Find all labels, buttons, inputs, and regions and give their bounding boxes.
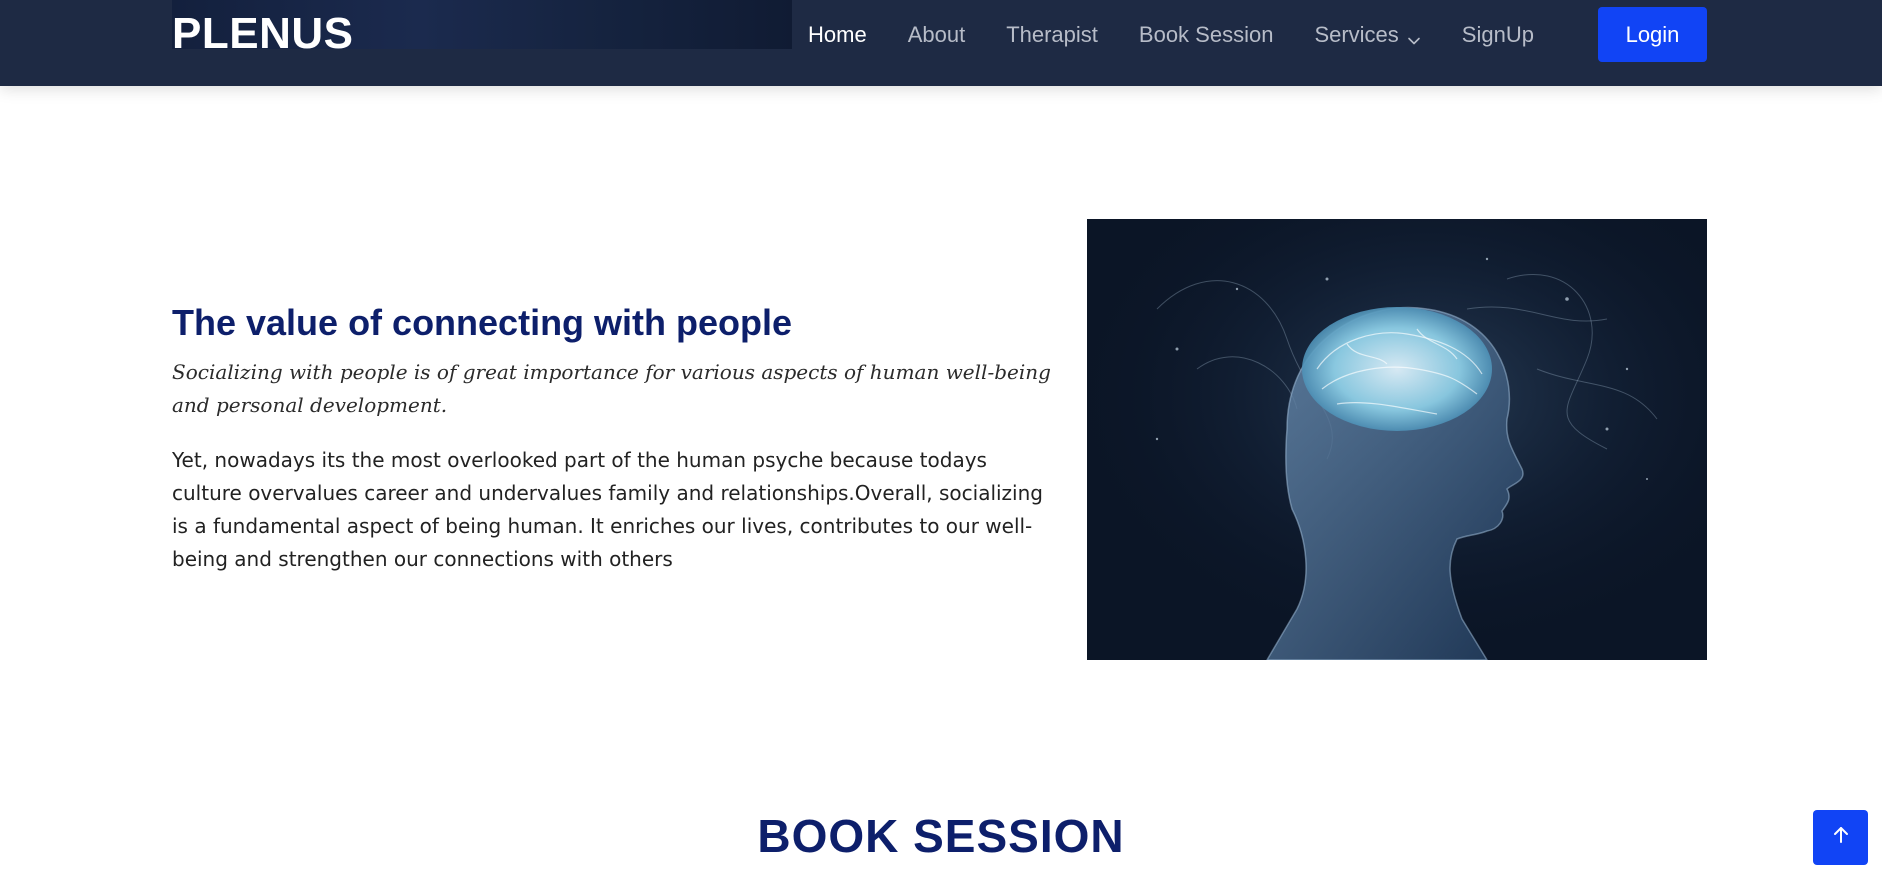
nav-about[interactable]: About bbox=[908, 22, 966, 48]
back-to-top-button[interactable] bbox=[1813, 810, 1868, 865]
nav-signup[interactable]: SignUp bbox=[1462, 22, 1534, 48]
section-heading: The value of connecting with people bbox=[172, 302, 793, 343]
login-button[interactable]: Login bbox=[1598, 7, 1707, 62]
nav-therapist[interactable]: Therapist bbox=[1006, 22, 1098, 48]
nav-book-session[interactable]: Book Session bbox=[1139, 22, 1274, 48]
nav-services-label: Services bbox=[1314, 22, 1399, 47]
brain-illustration bbox=[1087, 219, 1707, 660]
arrow-up-icon bbox=[1830, 824, 1852, 851]
navbar: PLENUS Home About Therapist Book Session… bbox=[0, 0, 1882, 86]
book-session-title: BOOK SESSION bbox=[757, 810, 1125, 862]
nav-services[interactable]: Services bbox=[1314, 22, 1420, 48]
about-section: The value of connecting with people Soci… bbox=[172, 300, 1052, 576]
main-nav: Home About Therapist Book Session Servic… bbox=[808, 0, 1575, 70]
nav-home[interactable]: Home bbox=[808, 22, 867, 48]
body-text: Yet, nowadays its the most overlooked pa… bbox=[172, 448, 1043, 571]
lead-text: Socializing with people is of great impo… bbox=[172, 360, 1051, 417]
chevron-down-icon bbox=[1407, 28, 1421, 45]
brand-logo[interactable]: PLENUS bbox=[172, 8, 353, 60]
